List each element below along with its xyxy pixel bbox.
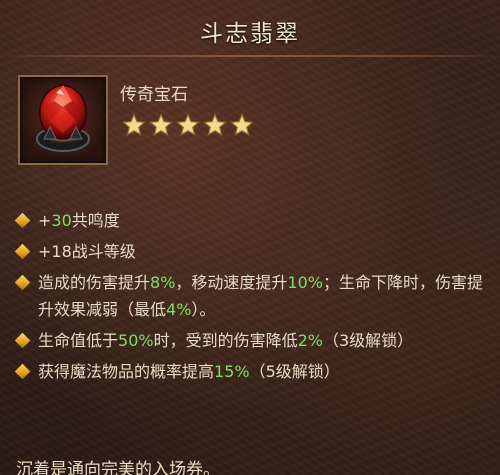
stat-text: 生命值低于	[38, 331, 119, 350]
flavor-text: 沉着是通向完美的入场券。	[16, 460, 220, 475]
gem-icon-frame	[18, 75, 108, 165]
stat-bullet: 获得魔法物品的概率提高15%（5级解锁）	[14, 358, 484, 385]
stat-bullet: 生命值低于50%时，受到的伤害降低2%（3级解锁）	[14, 327, 484, 354]
star-icon	[149, 113, 173, 137]
stat-value: 4%	[166, 300, 192, 319]
bullet-diamond-icon	[14, 274, 31, 291]
stat-text: +	[38, 211, 52, 230]
bullet-diamond-icon	[14, 363, 31, 380]
stat-text: 共鸣度	[71, 211, 120, 230]
star-rating	[122, 113, 254, 137]
title-divider	[0, 55, 500, 57]
stat-text: 造成的伤害提升	[38, 273, 151, 292]
stat-bullet: +18战斗等级	[14, 238, 484, 265]
gem-type-label: 传奇宝石	[120, 85, 188, 105]
stat-text: ，移动速度提升	[175, 273, 288, 292]
stat-text: 时，受到的伤害降低	[153, 331, 298, 350]
bullet-diamond-icon	[14, 212, 31, 229]
stat-list: +30共鸣度 +18战斗等级造成的伤害提升8%，移动速度提升10%；生命下降时，伤…	[14, 207, 484, 389]
stat-text: （5级解锁）	[249, 362, 340, 381]
star-icon	[122, 113, 146, 137]
stat-value: 50%	[118, 331, 154, 350]
bullet-diamond-icon	[14, 332, 31, 349]
legendary-red-gem-icon	[36, 84, 90, 152]
stat-text: ）。	[191, 300, 216, 319]
stat-text: +18战斗等级	[38, 242, 136, 261]
stat-value: 10%	[287, 273, 323, 292]
item-tooltip-panel: 斗志翡翠 传奇宝石 +30共鸣度 +18战斗等级 造成的伤害提升8%，移动速度提…	[0, 0, 500, 475]
stat-value: 2%	[297, 331, 323, 350]
stat-text: 获得魔法物品的概率提高	[38, 362, 215, 381]
stat-bullet: 造成的伤害提升8%，移动速度提升10%；生命下降时，伤害提升效果减弱（最低4%）…	[14, 269, 484, 323]
star-icon	[203, 113, 227, 137]
bullet-diamond-icon	[14, 243, 31, 260]
star-icon	[176, 113, 200, 137]
star-icon	[230, 113, 254, 137]
stat-value: 8%	[150, 273, 176, 292]
stat-bullet: +30共鸣度	[14, 207, 484, 234]
item-title: 斗志翡翠	[200, 21, 300, 47]
stat-text: （3级解锁）	[322, 331, 414, 350]
stat-value: 30	[51, 211, 72, 230]
stat-value: 15%	[214, 362, 250, 381]
